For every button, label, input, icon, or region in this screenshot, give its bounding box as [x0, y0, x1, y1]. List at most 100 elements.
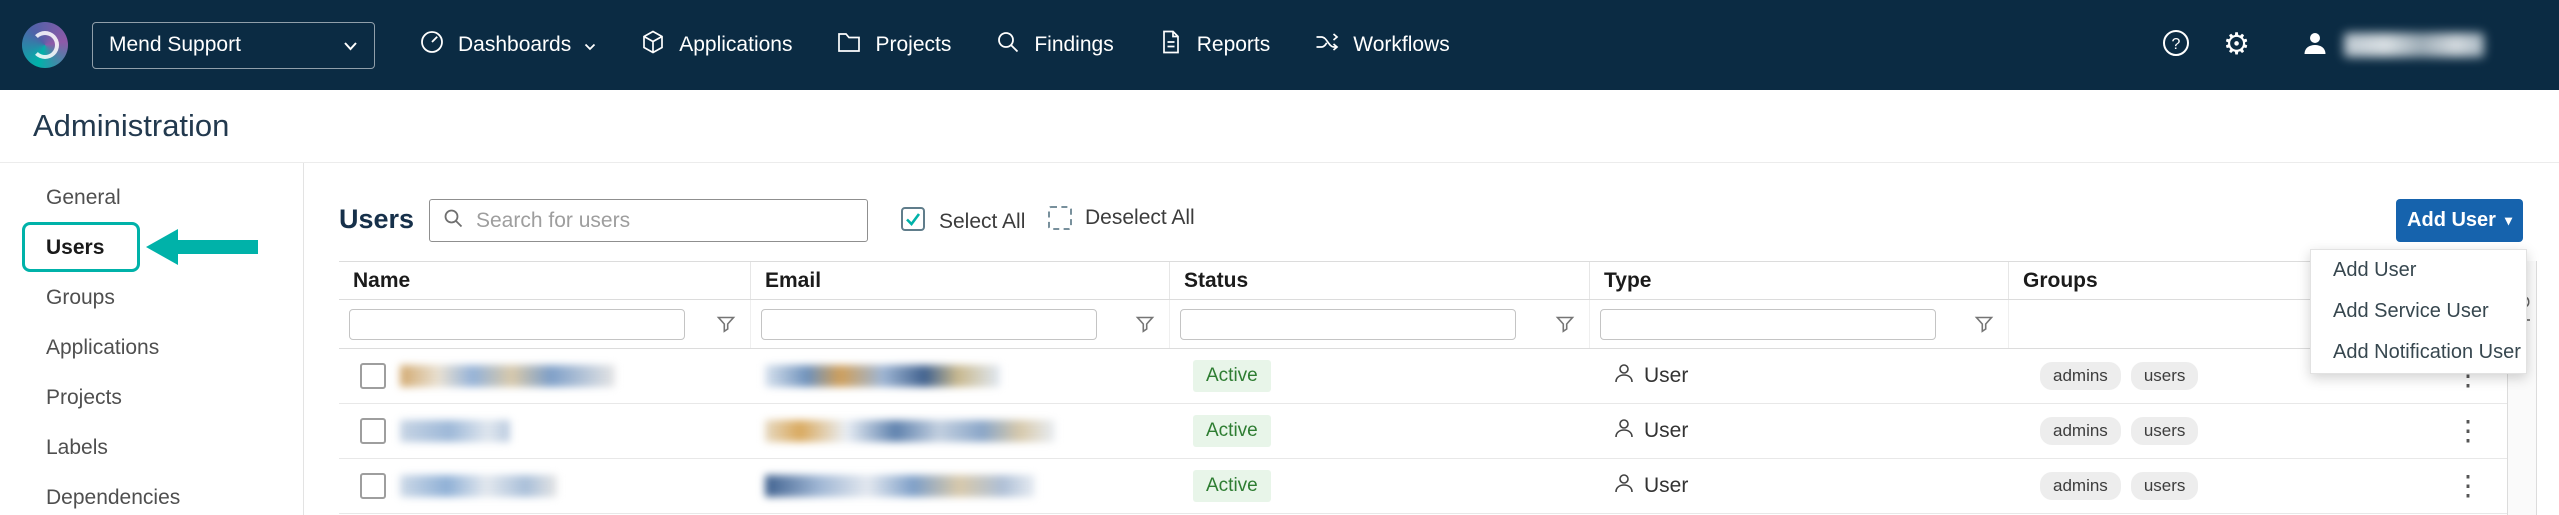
main-nav: Dashboards Applications Projects Finding… [419, 29, 1450, 61]
status-badge: Active [1193, 415, 1271, 447]
sidebar-item-labels[interactable]: Labels [0, 423, 303, 473]
status-filter-input[interactable] [1180, 309, 1516, 340]
add-user-dropdown-menu: Add User Add Service User Add Notificati… [2310, 249, 2527, 374]
row-menu-button[interactable]: ⋮ [2454, 472, 2482, 500]
help-icon[interactable]: ? [2161, 28, 2191, 63]
group-badge: admins [2040, 362, 2121, 390]
nav-item-label: Dashboards [458, 33, 571, 57]
sidebar-item-groups[interactable]: Groups [0, 273, 303, 323]
email-filter-cell [751, 300, 1170, 348]
type-label: User [1644, 474, 1688, 498]
email-filter-input[interactable] [761, 309, 1097, 340]
column-header-email[interactable]: Email [751, 262, 1170, 299]
filter-funnel-icon[interactable] [1135, 314, 1155, 334]
nav-item-reports[interactable]: Reports [1158, 29, 1271, 61]
table-filter-row [339, 300, 2507, 349]
caret-down-icon: ▾ [2505, 212, 2512, 229]
organization-selector[interactable]: Mend Support [92, 22, 375, 69]
redacted-name [400, 420, 510, 442]
column-header-type[interactable]: Type [1590, 262, 2009, 299]
table-row: Active User admins users ⋮ [339, 404, 2507, 459]
top-navigation-bar: Mend Support Dashboards Applications Pro… [0, 0, 2559, 90]
checked-checkbox-icon [900, 206, 926, 238]
column-header-status[interactable]: Status [1170, 262, 1590, 299]
sidebar-item-dependencies[interactable]: Dependencies [0, 473, 303, 515]
group-badge: users [2131, 417, 2199, 445]
group-badge: users [2131, 472, 2199, 500]
group-badge: users [2131, 362, 2199, 390]
chevron-down-icon [343, 33, 358, 57]
dashed-square-icon [1048, 206, 1072, 230]
deselect-all-label: Deselect All [1085, 206, 1195, 230]
organization-selector-value: Mend Support [109, 33, 241, 57]
select-all-control[interactable]: Select All [900, 206, 1025, 238]
person-icon [1613, 472, 1635, 500]
sidebar-item-applications[interactable]: Applications [0, 323, 303, 373]
nav-item-label: Reports [1197, 33, 1271, 57]
workflows-icon [1314, 29, 1340, 61]
redacted-email [765, 420, 1055, 442]
name-filter-cell [339, 300, 751, 348]
table-row: Active User admins users ⋮ [339, 459, 2507, 514]
filter-funnel-icon[interactable] [716, 314, 736, 334]
users-table: Name Email Status Type Groups [339, 261, 2507, 515]
row-checkbox[interactable] [360, 363, 386, 389]
deselect-all-control[interactable]: Deselect All [1048, 206, 1195, 230]
add-user-button-label: Add User [2407, 209, 2496, 232]
users-search-box [429, 199, 868, 242]
sidebar-item-users[interactable]: Users [0, 223, 303, 273]
findings-icon [995, 29, 1021, 61]
row-checkbox[interactable] [360, 473, 386, 499]
nav-item-projects[interactable]: Projects [836, 29, 951, 61]
page-header: Administration [0, 90, 2559, 163]
group-badge: admins [2040, 472, 2121, 500]
type-filter-cell [1590, 300, 2009, 348]
nav-item-label: Projects [875, 33, 951, 57]
nav-item-label: Findings [1034, 33, 1113, 57]
table-row: Active User admins users ⋮ [339, 349, 2507, 404]
nav-item-applications[interactable]: Applications [640, 29, 792, 61]
mend-logo[interactable] [22, 22, 68, 68]
nav-item-label: Workflows [1353, 33, 1449, 57]
add-user-button[interactable]: Add User ▾ [2396, 199, 2523, 242]
row-menu-button[interactable]: ⋮ [2454, 417, 2482, 445]
applications-icon [640, 29, 666, 61]
person-icon [1613, 417, 1635, 445]
topbar-right-cluster: ? ⚙ [2161, 28, 2484, 63]
menu-item-add-user[interactable]: Add User [2311, 250, 2526, 291]
nav-item-label: Applications [679, 33, 792, 57]
menu-item-add-notification-user[interactable]: Add Notification User [2311, 332, 2526, 373]
admin-sidebar: General Users Groups Applications Projec… [0, 163, 304, 515]
nav-item-findings[interactable]: Findings [995, 29, 1113, 61]
redacted-email [765, 365, 1000, 387]
section-heading: Users [339, 204, 414, 235]
nav-item-workflows[interactable]: Workflows [1314, 29, 1449, 61]
redacted-name [400, 365, 615, 387]
nav-item-dashboards[interactable]: Dashboards [419, 29, 596, 61]
row-checkbox[interactable] [360, 418, 386, 444]
redacted-email [765, 475, 1035, 497]
status-filter-cell [1170, 300, 1590, 348]
select-all-label: Select All [939, 210, 1025, 234]
menu-item-add-service-user[interactable]: Add Service User [2311, 291, 2526, 332]
sidebar-item-projects[interactable]: Projects [0, 373, 303, 423]
type-filter-input[interactable] [1600, 309, 1936, 340]
sidebar-item-general[interactable]: General [0, 173, 303, 223]
svg-text:?: ? [2172, 36, 2181, 53]
search-input[interactable] [476, 209, 855, 233]
table-header-row: Name Email Status Type Groups [339, 262, 2507, 300]
search-icon [442, 207, 464, 234]
name-filter-input[interactable] [349, 309, 685, 340]
redacted-name [400, 475, 557, 497]
status-badge: Active [1193, 470, 1271, 502]
filter-funnel-icon[interactable] [1555, 314, 1575, 334]
settings-gear-icon[interactable]: ⚙ [2223, 30, 2250, 60]
filter-funnel-icon[interactable] [1974, 314, 1994, 334]
type-label: User [1644, 419, 1688, 443]
redacted-username [2344, 33, 2484, 57]
group-badge: admins [2040, 417, 2121, 445]
status-badge: Active [1193, 360, 1271, 392]
reports-icon [1158, 29, 1184, 61]
column-header-name[interactable]: Name [339, 262, 751, 299]
user-menu[interactable] [2300, 28, 2484, 63]
